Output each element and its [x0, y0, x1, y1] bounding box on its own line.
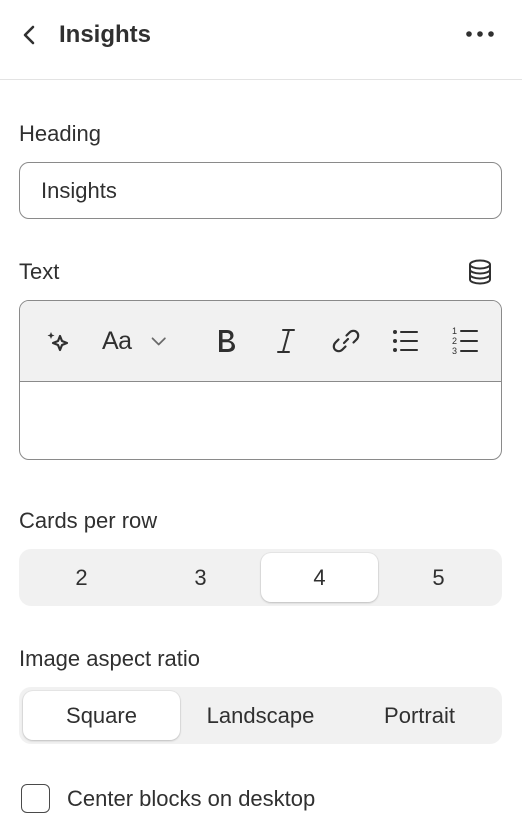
editor-toolbar: Aa 1 2 3 [20, 301, 501, 382]
aspect-ratio-option-square[interactable]: Square [23, 691, 180, 740]
cards-per-row-option-5[interactable]: 5 [380, 553, 497, 602]
svg-text:3: 3 [452, 346, 457, 356]
center-blocks-checkbox[interactable] [21, 784, 50, 813]
bold-button[interactable] [206, 321, 246, 361]
numbered-list-button[interactable]: 1 2 3 [445, 321, 485, 361]
numbered-list-icon: 1 2 3 [452, 326, 478, 356]
rich-text-editor: Aa 1 2 3 [19, 300, 502, 460]
more-horizontal-icon [466, 31, 494, 37]
cards-per-row-option-3[interactable]: 3 [142, 553, 259, 602]
aspect-ratio-option-landscape[interactable]: Landscape [182, 691, 339, 740]
cards-per-row-segmented-control: 2 3 4 5 [19, 549, 502, 606]
cards-per-row-option-2[interactable]: 2 [23, 553, 140, 602]
bold-icon [219, 330, 235, 352]
page-title: Insights [59, 21, 152, 48]
dynamic-source-button[interactable] [466, 258, 494, 286]
panel-header: Insights [0, 0, 522, 80]
heading-label: Heading [19, 121, 101, 146]
chevron-left-icon [23, 25, 35, 45]
bullet-list-icon [393, 330, 418, 352]
editor-content-area[interactable] [20, 382, 501, 459]
svg-text:2: 2 [452, 336, 457, 346]
text-style-icon: Aa [102, 326, 132, 355]
magic-sparkle-icon [47, 332, 69, 352]
italic-icon [277, 329, 295, 353]
ai-generate-button[interactable] [38, 321, 78, 361]
text-style-dropdown[interactable]: Aa [102, 321, 168, 361]
center-blocks-label[interactable]: Center blocks on desktop [67, 785, 315, 813]
bullet-list-button[interactable] [385, 321, 425, 361]
text-label: Text [19, 259, 60, 284]
link-icon [332, 329, 360, 353]
cards-per-row-label: Cards per row [19, 508, 158, 533]
italic-button[interactable] [266, 321, 306, 361]
aspect-ratio-segmented-control: Square Landscape Portrait [19, 687, 502, 744]
chevron-down-icon [151, 337, 166, 346]
more-actions-button[interactable] [462, 19, 498, 51]
back-button[interactable] [14, 19, 46, 51]
cards-per-row-option-4[interactable]: 4 [261, 553, 378, 602]
svg-text:1: 1 [452, 326, 457, 336]
heading-input[interactable]: Insights [19, 162, 502, 219]
aspect-ratio-option-portrait[interactable]: Portrait [341, 691, 498, 740]
link-button[interactable] [326, 321, 366, 361]
database-icon [469, 259, 491, 285]
aspect-ratio-label: Image aspect ratio [19, 646, 200, 671]
